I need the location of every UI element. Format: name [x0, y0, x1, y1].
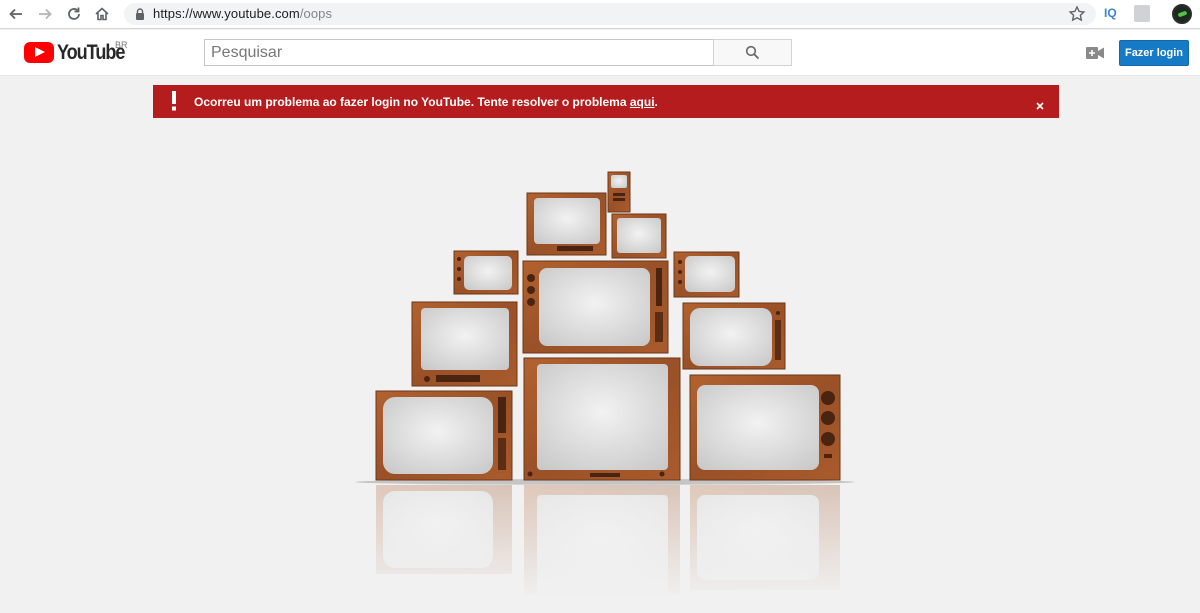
exclamation-icon: [172, 91, 176, 111]
close-icon[interactable]: [1035, 101, 1045, 111]
broken-tvs-illustration: [350, 171, 870, 600]
tv-bottom-left: [375, 390, 513, 481]
reload-icon[interactable]: [64, 4, 84, 24]
lock-icon: [136, 8, 144, 20]
tv-row3-right: [682, 302, 786, 370]
youtube-header: YouTube BR Pesquisar Fazer login: [0, 30, 1200, 76]
video-camera-plus-icon[interactable]: [1086, 46, 1104, 60]
youtube-play-icon: [24, 42, 54, 63]
tv-mid-small-left: [453, 250, 519, 295]
extension-icon[interactable]: [1134, 5, 1150, 22]
home-icon[interactable]: [92, 4, 112, 24]
tv-tiny: [607, 171, 631, 213]
tv-row3-left: [411, 301, 518, 387]
address-url[interactable]: https://www.youtube.com/oops: [153, 6, 332, 21]
youtube-logo[interactable]: YouTube BR: [24, 40, 135, 63]
alert-help-link[interactable]: aqui: [630, 95, 655, 109]
tv-mid-small-right: [673, 251, 740, 298]
back-arrow-icon[interactable]: [6, 4, 26, 24]
browser-toolbar: https://www.youtube.com/oops IQ: [0, 0, 1200, 29]
star-icon[interactable]: [1068, 5, 1086, 23]
country-code: BR: [115, 40, 128, 50]
search-icon: [745, 45, 760, 60]
tv-top-left: [526, 192, 607, 256]
search-button[interactable]: [713, 39, 792, 66]
alert-message: Ocorreu um problema ao fazer login no Yo…: [194, 95, 658, 109]
tv-bottom-center: [523, 357, 681, 481]
profile-avatar[interactable]: [1172, 4, 1192, 24]
search-input[interactable]: Pesquisar: [204, 39, 714, 66]
extension-iq-icon[interactable]: IQ: [1104, 6, 1117, 20]
tv-top-right: [611, 213, 667, 259]
forward-arrow-icon[interactable]: [35, 4, 55, 24]
login-button[interactable]: Fazer login: [1119, 40, 1189, 66]
tv-mid-center: [522, 260, 669, 354]
tv-bottom-right: [689, 374, 841, 481]
